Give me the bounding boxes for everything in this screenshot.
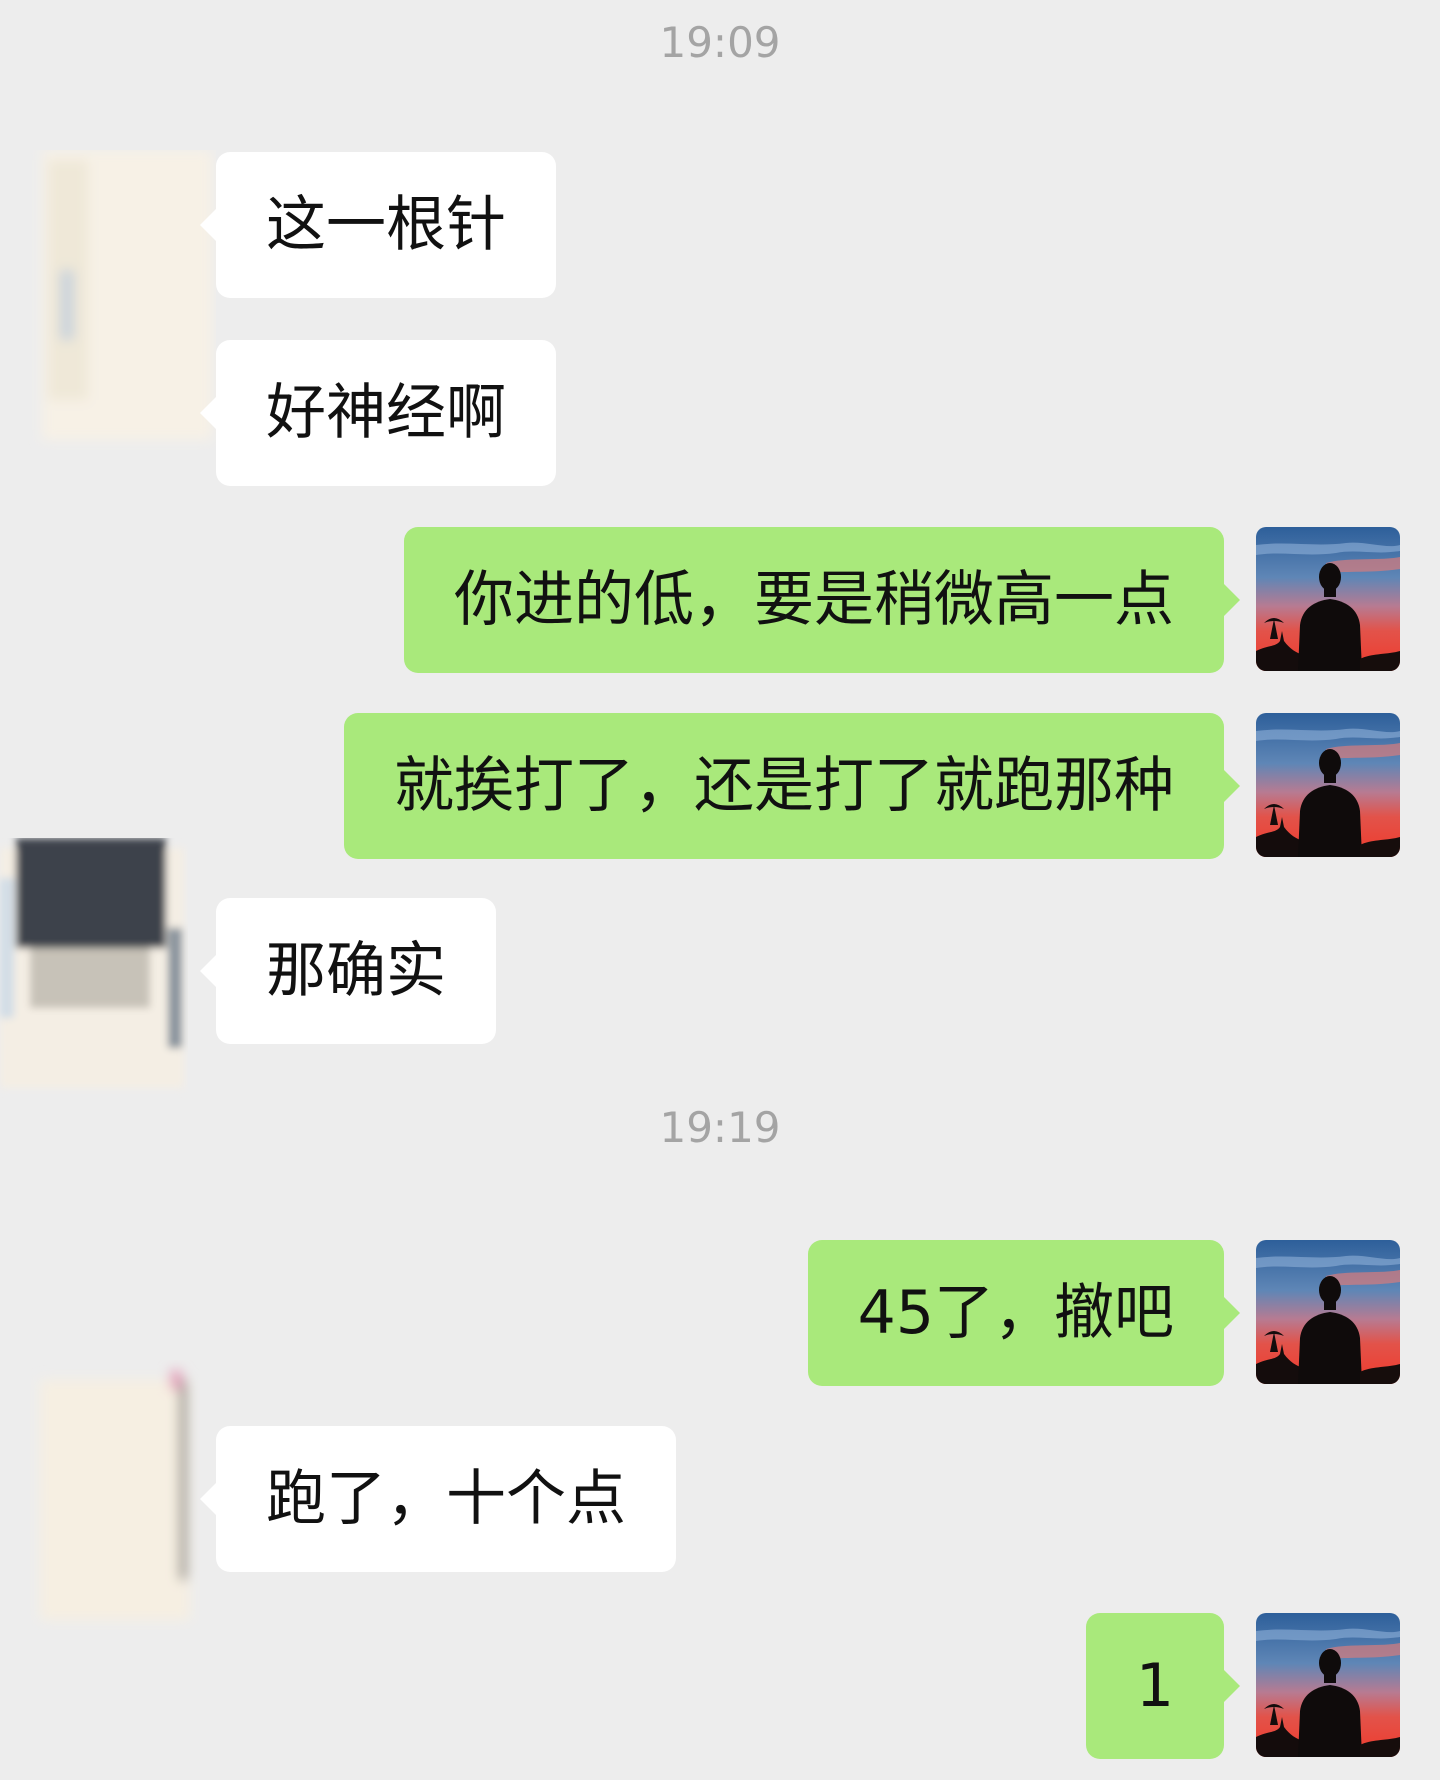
message-bubble-outgoing[interactable]: 就挨打了，还是打了就跑那种: [344, 713, 1240, 859]
message-bubble-outgoing[interactable]: 你进的低，要是稍微高一点: [404, 527, 1240, 673]
silhouette-sunset-avatar-icon[interactable]: [1256, 527, 1400, 671]
blurred-avatar-icon[interactable]: [30, 1360, 200, 1630]
message-bubble-outgoing[interactable]: 1: [1085, 1613, 1241, 1759]
message-bubble-outgoing[interactable]: 45了，撤吧: [807, 1240, 1241, 1386]
timestamp: 19:19: [659, 1103, 781, 1152]
message-bubble-incoming[interactable]: 这一根针: [200, 152, 556, 298]
blurred-avatar-icon[interactable]: [0, 838, 188, 1098]
message-bubble-incoming[interactable]: 跑了，十个点: [200, 1426, 676, 1572]
message-bubble-incoming[interactable]: 好神经啊: [200, 340, 556, 486]
blurred-avatar-icon[interactable]: [28, 150, 216, 450]
silhouette-sunset-avatar-icon[interactable]: [1256, 1613, 1400, 1757]
message-bubble-incoming[interactable]: 那确实: [200, 898, 496, 1044]
silhouette-sunset-avatar-icon[interactable]: [1256, 713, 1400, 857]
timestamp: 19:09: [659, 18, 781, 67]
silhouette-sunset-avatar-icon[interactable]: [1256, 1240, 1400, 1384]
